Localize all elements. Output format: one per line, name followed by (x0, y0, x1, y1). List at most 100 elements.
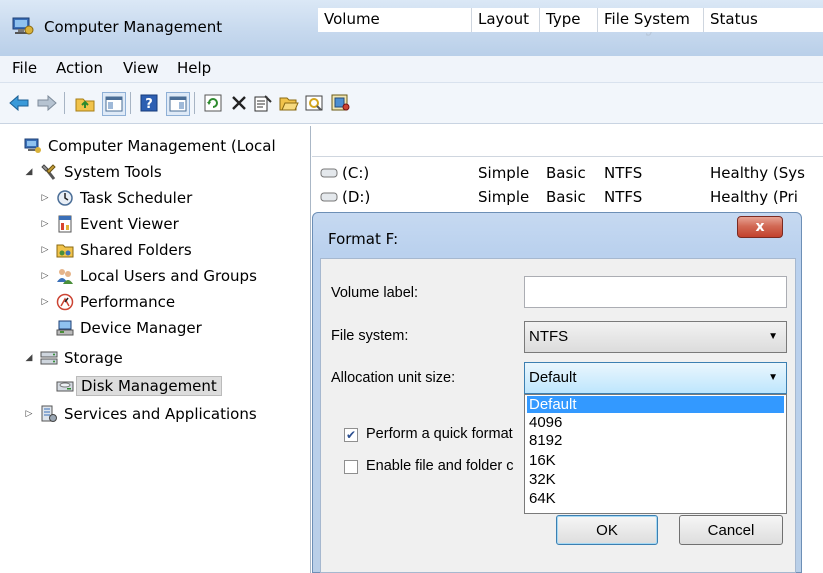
tree-item-performance[interactable]: ▷ Performance (38, 290, 176, 314)
toolbar: ? (0, 83, 823, 124)
volume-cell: (C:) (342, 164, 370, 182)
compression-label: Enable file and folder c (366, 458, 514, 474)
allocation-size-label: Allocation unit size: (331, 370, 456, 386)
properties-icon[interactable] (252, 92, 274, 114)
chevron-down-icon: ▼ (768, 372, 778, 383)
quick-format-label: Perform a quick format (366, 426, 513, 442)
option-4096[interactable]: 4096 (527, 414, 784, 431)
svg-text:?: ? (145, 97, 153, 112)
performance-icon (56, 293, 74, 311)
tree-item-root[interactable]: Computer Management (Local (6, 134, 276, 158)
menu-file[interactable]: File (12, 59, 37, 77)
volume-cell: (D:) (342, 188, 371, 206)
type-cell: Basic (546, 188, 586, 206)
column-header-file-system[interactable]: File System (598, 8, 704, 32)
collapsed-arrow-icon[interactable]: ▷ (38, 271, 52, 281)
tree-item-services[interactable]: ▷ Services and Applications (22, 402, 257, 426)
services-icon (41, 405, 57, 422)
expanded-arrow-icon[interactable]: ◢ (22, 167, 36, 177)
column-header-status[interactable]: Status (704, 8, 823, 32)
users-icon (57, 269, 73, 284)
tree-label: Performance (80, 293, 176, 311)
volume-label-text: Volume label: (331, 285, 419, 301)
status-cell: Healthy (Sys (710, 164, 805, 182)
tree-item-disk-management[interactable]: Disk Management (56, 374, 222, 398)
tree-label: Shared Folders (80, 241, 192, 259)
tree-item-task-scheduler[interactable]: ▷ Task Scheduler (38, 186, 193, 210)
show-hide-tree-icon[interactable] (102, 92, 126, 116)
layout-cell: Simple (478, 188, 530, 206)
file-system-label: File system: (331, 328, 409, 344)
option-default[interactable]: Default (527, 396, 784, 413)
allocation-size-dropdown: Default 4096 8192 16K 32K 64K (524, 394, 787, 514)
menu-bar: File Action View Help (0, 56, 823, 83)
allocation-size-value: Default (529, 369, 577, 386)
quick-format-checkbox[interactable]: ✔ (344, 428, 358, 442)
tree-item-device-manager[interactable]: Device Manager (56, 316, 202, 340)
collapsed-arrow-icon[interactable]: ▷ (38, 245, 52, 255)
device-manager-icon (56, 320, 74, 336)
volume-label-input[interactable] (524, 276, 787, 308)
chevron-down-icon: ▼ (768, 331, 778, 342)
show-action-pane-icon[interactable] (166, 92, 190, 116)
computer-management-icon (24, 138, 41, 153)
up-folder-icon[interactable] (74, 92, 96, 114)
column-header-type[interactable]: Type (540, 8, 598, 32)
help-icon[interactable]: ? (138, 92, 160, 114)
tree-item-shared-folders[interactable]: ▷ Shared Folders (38, 238, 192, 262)
status-cell: Healthy (Pri (710, 188, 798, 206)
menu-help[interactable]: Help (177, 59, 211, 77)
collapsed-arrow-icon[interactable]: ▷ (22, 409, 36, 419)
tree-label: Computer Management (Local (48, 137, 276, 155)
compression-checkbox[interactable] (344, 460, 358, 474)
storage-icon (40, 351, 58, 365)
file-system-cell: NTFS (604, 188, 643, 206)
option-64k[interactable]: 64K (527, 490, 784, 507)
layout-cell: Simple (478, 164, 530, 182)
collapsed-arrow-icon[interactable]: ▷ (38, 219, 52, 229)
option-32k[interactable]: 32K (527, 471, 784, 488)
allocation-size-select[interactable]: Default ▼ (524, 362, 787, 394)
menu-action[interactable]: Action (56, 59, 103, 77)
option-16k[interactable]: 16K (527, 452, 784, 469)
tree-label-selected: Disk Management (76, 376, 222, 396)
tree-label: System Tools (64, 163, 162, 181)
open-folder-icon[interactable] (278, 92, 300, 114)
refresh-icon[interactable] (202, 92, 224, 114)
menu-view[interactable]: View (123, 59, 159, 77)
tree-item-system-tools[interactable]: ◢ System Tools (22, 160, 162, 184)
close-icon[interactable]: x (737, 216, 783, 238)
event-viewer-icon (58, 215, 72, 233)
search-icon[interactable] (304, 92, 326, 114)
delete-icon[interactable] (228, 92, 250, 114)
tree-item-event-viewer[interactable]: ▷ Event Viewer (38, 212, 179, 236)
tree-label: Task Scheduler (80, 189, 193, 207)
drive-icon (320, 192, 338, 202)
collapsed-arrow-icon[interactable]: ▷ (38, 193, 52, 203)
settings-icon[interactable] (330, 92, 352, 114)
tree-item-storage[interactable]: ◢ Storage (22, 346, 123, 370)
file-system-cell: NTFS (604, 164, 643, 182)
file-system-select[interactable]: NTFS ▼ (524, 321, 787, 353)
ok-button[interactable]: OK (556, 515, 658, 545)
type-cell: Basic (546, 164, 586, 182)
system-tools-icon (41, 164, 56, 180)
window-title: Computer Management (44, 18, 223, 36)
dialog-title: Format F: (328, 230, 399, 248)
tree-label: Services and Applications (64, 405, 257, 423)
drive-icon (320, 168, 338, 178)
computer-management-icon (12, 17, 34, 35)
option-8192[interactable]: 8192 (527, 432, 784, 449)
column-header-volume[interactable]: Volume (318, 8, 472, 32)
collapsed-arrow-icon[interactable]: ▷ (38, 297, 52, 307)
disk-management-icon (56, 381, 74, 392)
tree-item-local-users[interactable]: ▷ Local Users and Groups (38, 264, 257, 288)
cancel-button[interactable]: Cancel (679, 515, 783, 545)
forward-icon[interactable] (36, 92, 58, 114)
tree-label: Event Viewer (80, 215, 179, 233)
back-icon[interactable] (8, 92, 30, 114)
shared-folder-icon (56, 244, 74, 258)
tree-label: Local Users and Groups (80, 267, 257, 285)
expanded-arrow-icon[interactable]: ◢ (22, 353, 36, 363)
column-header-layout[interactable]: Layout (472, 8, 540, 32)
